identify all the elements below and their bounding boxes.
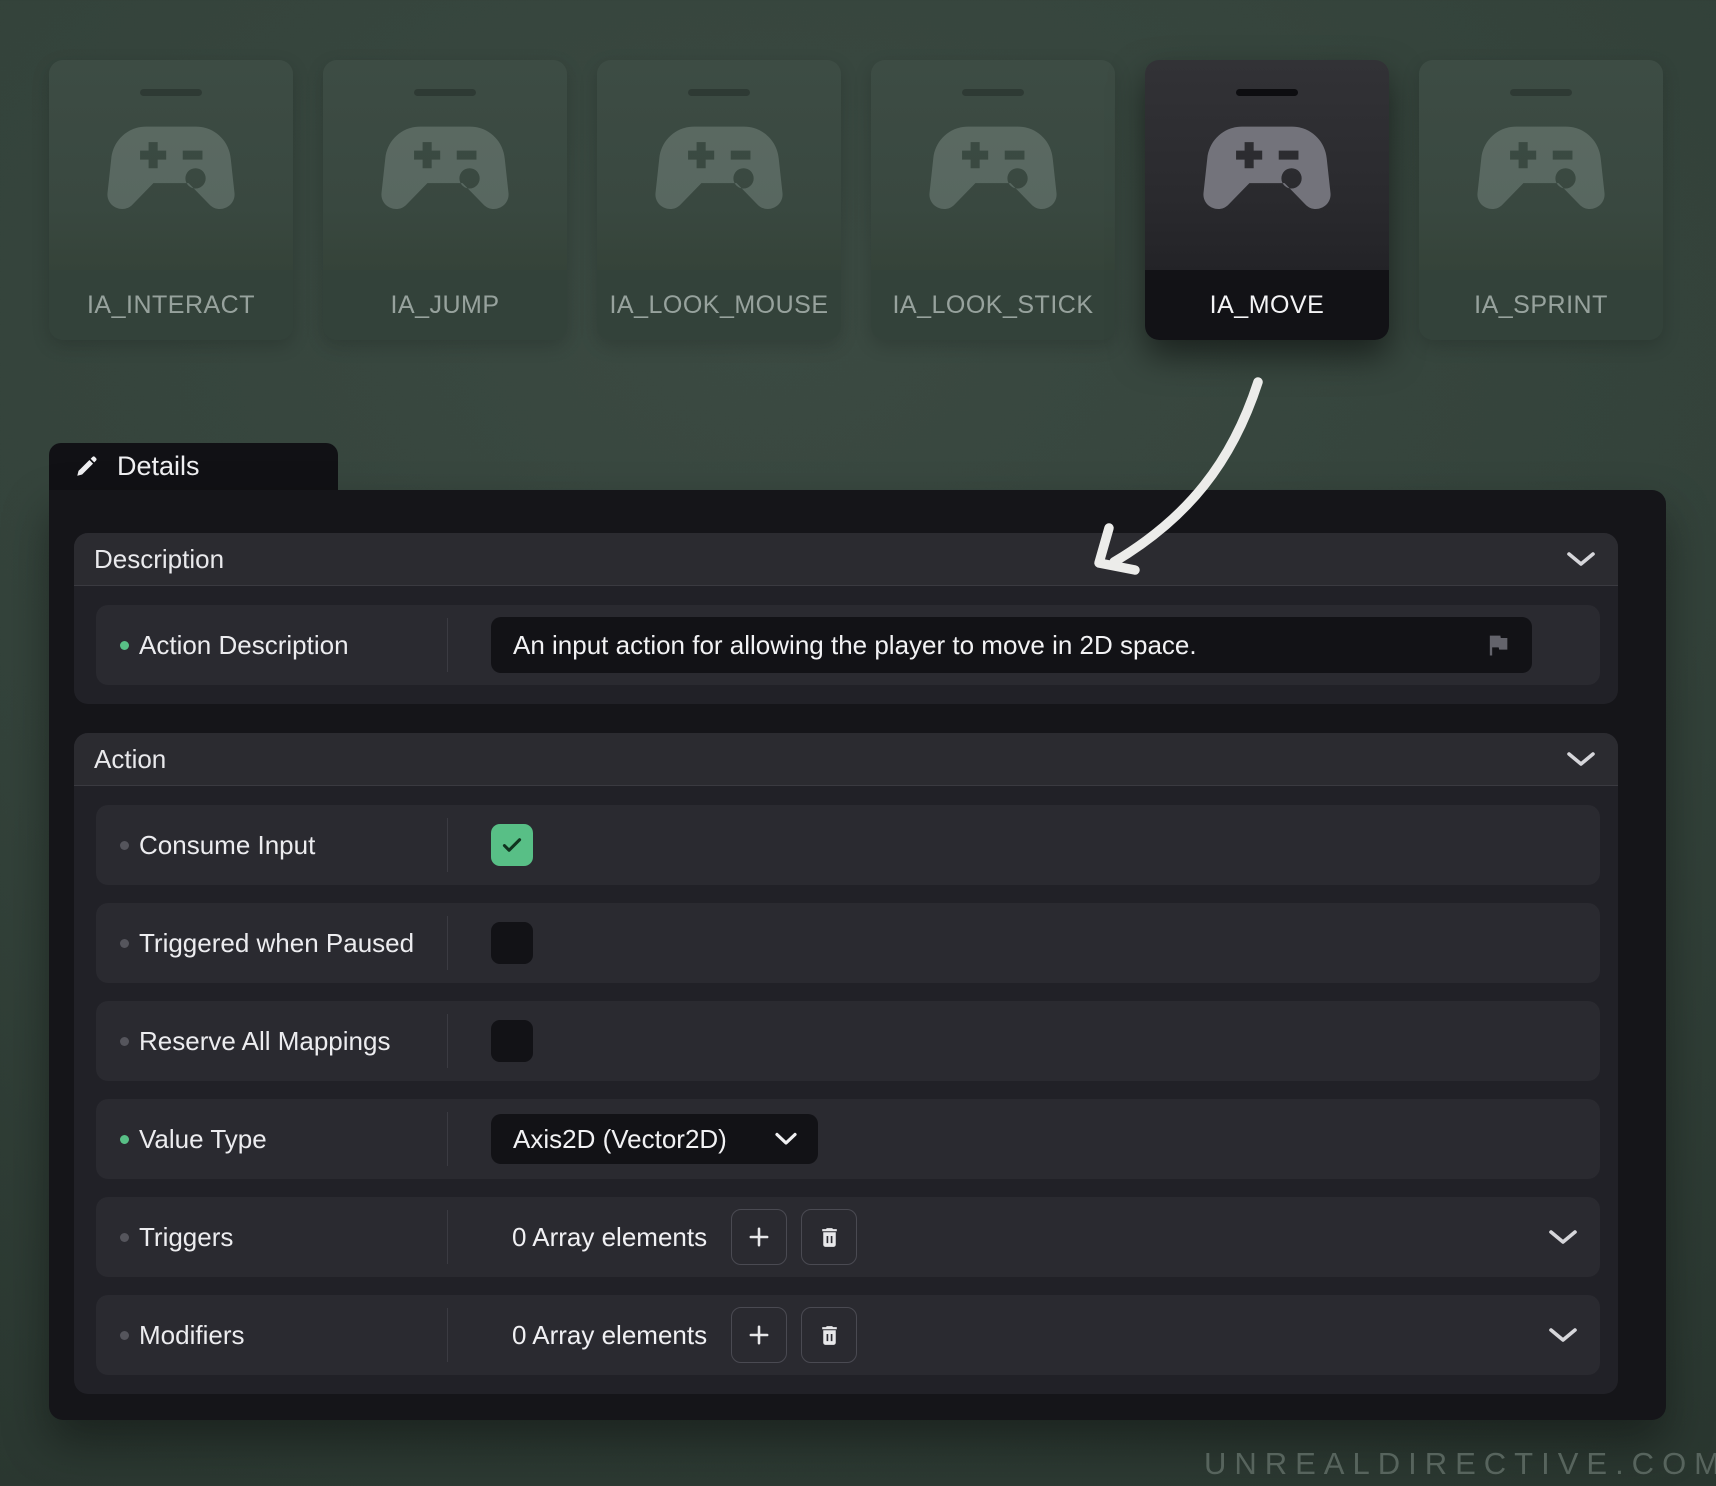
property-row-triggers: Triggers 0 Array elements (96, 1197, 1600, 1277)
property-value: An input action for allowing the player … (448, 605, 1600, 685)
property-row-consume-input: Consume Input (96, 805, 1600, 885)
triggers-expander[interactable] (1548, 1229, 1578, 1245)
section-description: Description Action Description An input … (74, 533, 1618, 704)
details-panel: Description Action Description An input … (49, 490, 1666, 1420)
property-value: Axis2D (Vector2D) (448, 1099, 1600, 1179)
tab-details[interactable]: Details (49, 443, 338, 490)
property-value (448, 903, 1600, 983)
chevron-down-icon[interactable] (1566, 551, 1596, 567)
tile-handle (688, 89, 750, 96)
asset-tile-ia-sprint[interactable]: IA_SPRINT (1419, 60, 1663, 340)
tile-label: IA_LOOK_MOUSE (597, 270, 841, 340)
asset-tile-ia-interact[interactable]: IA_INTERACT (49, 60, 293, 340)
triggered-when-paused-checkbox[interactable] (491, 922, 533, 964)
tile-label: IA_LOOK_STICK (871, 270, 1115, 340)
asset-tile-ia-look-mouse[interactable]: IA_LOOK_MOUSE (597, 60, 841, 340)
asset-tile-ia-look-stick[interactable]: IA_LOOK_STICK (871, 60, 1115, 340)
property-dot-icon (120, 1331, 129, 1340)
section-action-body: Consume Input Triggered when Paused (74, 786, 1618, 1394)
tile-label: IA_SPRINT (1419, 270, 1663, 340)
property-value (448, 805, 1600, 885)
consume-input-checkbox[interactable] (491, 824, 533, 866)
property-row-value-type: Value Type Axis2D (Vector2D) (96, 1099, 1600, 1179)
add-modifier-button[interactable] (731, 1307, 787, 1363)
pencil-icon (73, 453, 100, 480)
property-value: 0 Array elements (448, 1295, 1600, 1375)
clear-modifiers-button[interactable] (801, 1307, 857, 1363)
property-dot-icon (120, 841, 129, 850)
tile-label: IA_JUMP (323, 270, 567, 340)
tile-handle (1236, 89, 1298, 96)
property-label: Consume Input (96, 830, 447, 861)
reserve-all-mappings-checkbox[interactable] (491, 1020, 533, 1062)
trash-icon (817, 1225, 842, 1250)
modified-dot-icon (120, 641, 129, 650)
triggers-array-count: 0 Array elements (512, 1222, 707, 1253)
watermark-text: UNREALDIRECTIVE.COM (1204, 1446, 1716, 1482)
plus-icon (745, 1321, 773, 1349)
section-action: Action Consume Input Triggere (74, 733, 1618, 1394)
tile-handle (962, 89, 1024, 96)
asset-tile-row: IA_INTERACT IA_JUMP IA_LOOK_MOUSE IA_LOO… (49, 60, 1663, 340)
localize-flag-button[interactable] (1484, 631, 1512, 659)
property-label: Triggered when Paused (96, 928, 447, 959)
value-type-dropdown[interactable]: Axis2D (Vector2D) (491, 1114, 818, 1164)
property-value (448, 1001, 1600, 1081)
property-row-triggered-when-paused: Triggered when Paused (96, 903, 1600, 983)
add-trigger-button[interactable] (731, 1209, 787, 1265)
modifiers-expander[interactable] (1548, 1327, 1578, 1343)
tile-label: IA_INTERACT (49, 270, 293, 340)
trash-icon (817, 1323, 842, 1348)
chevron-down-icon (1548, 1229, 1578, 1245)
section-action-header[interactable]: Action (74, 733, 1618, 786)
gamepad-icon (107, 101, 235, 229)
section-description-body: Action Description An input action for a… (74, 586, 1618, 704)
tile-handle (414, 89, 476, 96)
asset-tile-ia-jump[interactable]: IA_JUMP (323, 60, 567, 340)
gamepad-icon (381, 101, 509, 229)
gamepad-icon (929, 101, 1057, 229)
property-label: Action Description (96, 630, 447, 661)
property-dot-icon (120, 1233, 129, 1242)
gamepad-icon (1477, 101, 1605, 229)
property-label: Modifiers (96, 1320, 447, 1351)
property-label: Reserve All Mappings (96, 1026, 447, 1057)
check-icon (498, 831, 526, 859)
property-row-action-description: Action Description An input action for a… (96, 605, 1600, 685)
chevron-down-icon[interactable] (1566, 751, 1596, 767)
property-row-modifiers: Modifiers 0 Array elements (96, 1295, 1600, 1375)
chevron-down-icon (1548, 1327, 1578, 1343)
tile-handle (1510, 89, 1572, 96)
chevron-down-icon (774, 1132, 798, 1146)
section-title: Description (94, 544, 224, 575)
property-label: Value Type (96, 1124, 447, 1155)
gamepad-icon (1203, 101, 1331, 229)
tab-details-label: Details (117, 451, 200, 482)
plus-icon (745, 1223, 773, 1251)
clear-triggers-button[interactable] (801, 1209, 857, 1265)
tile-handle (140, 89, 202, 96)
modified-dot-icon (120, 1135, 129, 1144)
action-description-input[interactable]: An input action for allowing the player … (491, 617, 1532, 673)
property-dot-icon (120, 939, 129, 948)
modifiers-array-count: 0 Array elements (512, 1320, 707, 1351)
property-dot-icon (120, 1037, 129, 1046)
tile-label: IA_MOVE (1145, 270, 1389, 340)
property-label: Triggers (96, 1222, 447, 1253)
property-row-reserve-all-mappings: Reserve All Mappings (96, 1001, 1600, 1081)
flag-icon (1484, 631, 1512, 659)
section-description-header[interactable]: Description (74, 533, 1618, 586)
asset-tile-ia-move[interactable]: IA_MOVE (1145, 60, 1389, 340)
section-title: Action (94, 744, 166, 775)
property-value: 0 Array elements (448, 1197, 1600, 1277)
gamepad-icon (655, 101, 783, 229)
